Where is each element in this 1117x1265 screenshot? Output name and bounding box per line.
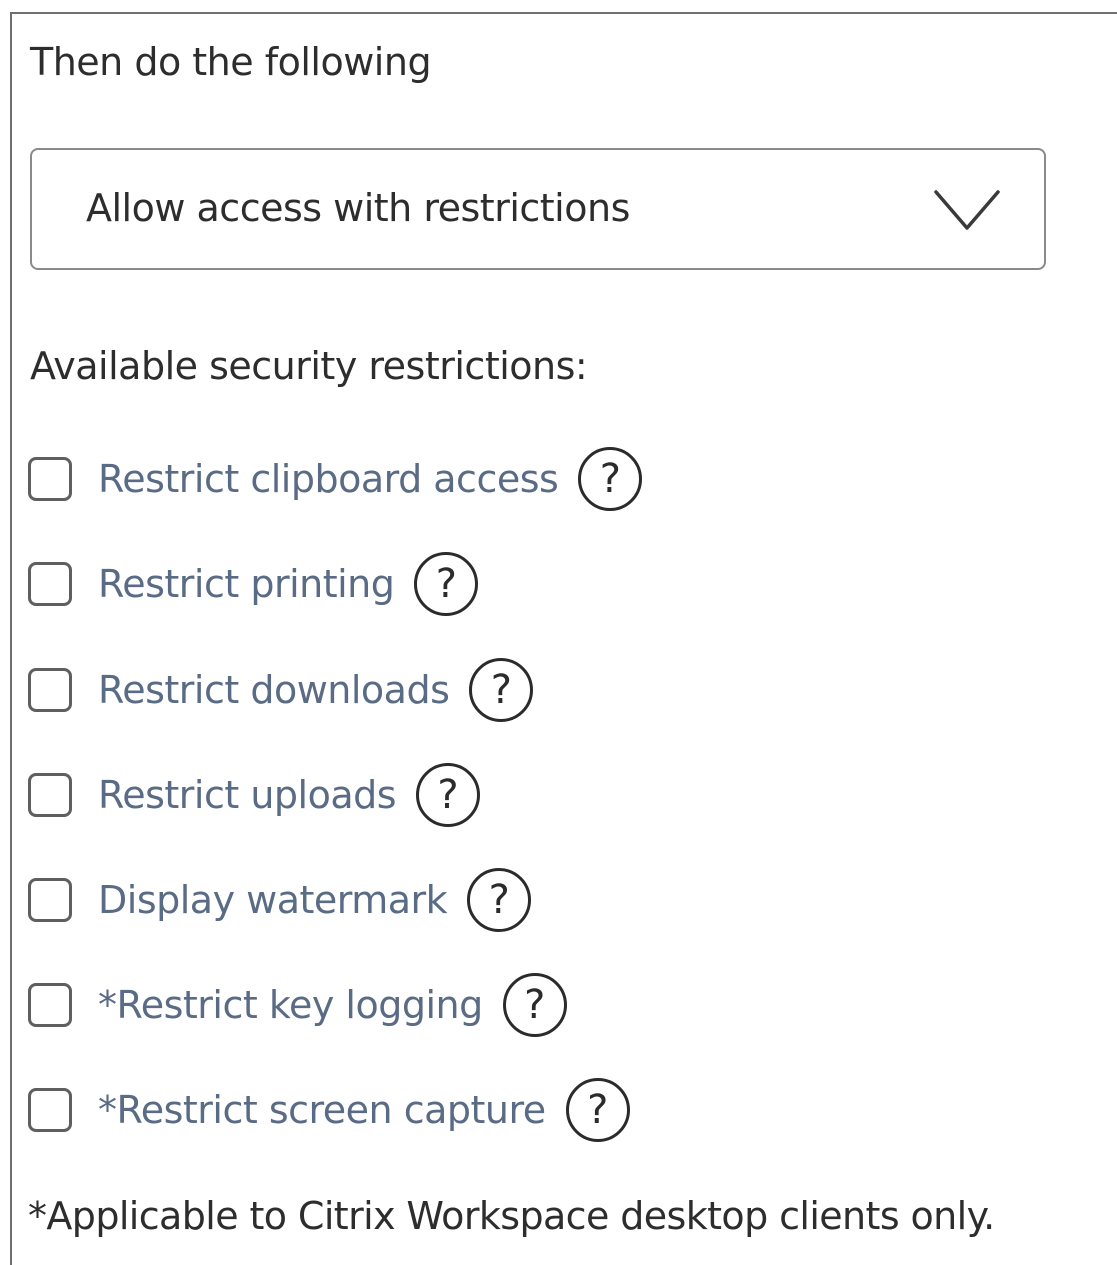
action-dropdown[interactable]: Allow access with restrictions	[30, 148, 1046, 270]
action-dropdown-value: Allow access with restrictions	[86, 186, 630, 230]
restriction-option-watermark: Display watermark ?	[28, 865, 532, 935]
restriction-label[interactable]: *Restrict screen capture	[98, 1084, 546, 1136]
display-watermark-checkbox[interactable]	[28, 878, 72, 922]
chevron-down-icon	[934, 190, 1000, 230]
restriction-label[interactable]: *Restrict key logging	[98, 979, 483, 1031]
help-icon[interactable]: ?	[565, 1078, 630, 1142]
footnote: *Applicable to Citrix Workspace desktop …	[28, 1194, 995, 1238]
restriction-label[interactable]: Display watermark	[98, 874, 448, 926]
restrictions-label: Available security restrictions:	[30, 344, 588, 388]
help-icon[interactable]: ?	[469, 658, 534, 722]
restriction-label[interactable]: Restrict uploads	[98, 769, 397, 821]
restriction-option-clipboard: Restrict clipboard access ?	[28, 444, 643, 514]
restriction-label[interactable]: Restrict downloads	[98, 664, 450, 716]
help-icon[interactable]: ?	[467, 868, 532, 932]
restrict-screen-capture-checkbox[interactable]	[28, 1088, 72, 1132]
restriction-option-key-logging: *Restrict key logging ?	[28, 970, 567, 1040]
restrict-clipboard-checkbox[interactable]	[28, 457, 72, 501]
restriction-option-downloads: Restrict downloads ?	[28, 655, 534, 725]
help-icon[interactable]: ?	[414, 552, 479, 616]
help-icon[interactable]: ?	[416, 763, 481, 827]
restrict-uploads-checkbox[interactable]	[28, 773, 72, 817]
section-heading: Then do the following	[30, 40, 432, 84]
restriction-option-screen-capture: *Restrict screen capture ?	[28, 1075, 630, 1145]
restriction-option-uploads: Restrict uploads ?	[28, 760, 481, 830]
policy-action-panel: Then do the following Allow access with …	[10, 12, 1117, 1265]
restrict-downloads-checkbox[interactable]	[28, 668, 72, 712]
restriction-label[interactable]: Restrict clipboard access	[98, 453, 559, 505]
restrict-key-logging-checkbox[interactable]	[28, 983, 72, 1027]
help-icon[interactable]: ?	[502, 973, 567, 1037]
help-icon[interactable]: ?	[578, 447, 643, 511]
restriction-option-printing: Restrict printing ?	[28, 549, 479, 619]
restrict-printing-checkbox[interactable]	[28, 562, 72, 606]
restriction-label[interactable]: Restrict printing	[98, 558, 395, 610]
